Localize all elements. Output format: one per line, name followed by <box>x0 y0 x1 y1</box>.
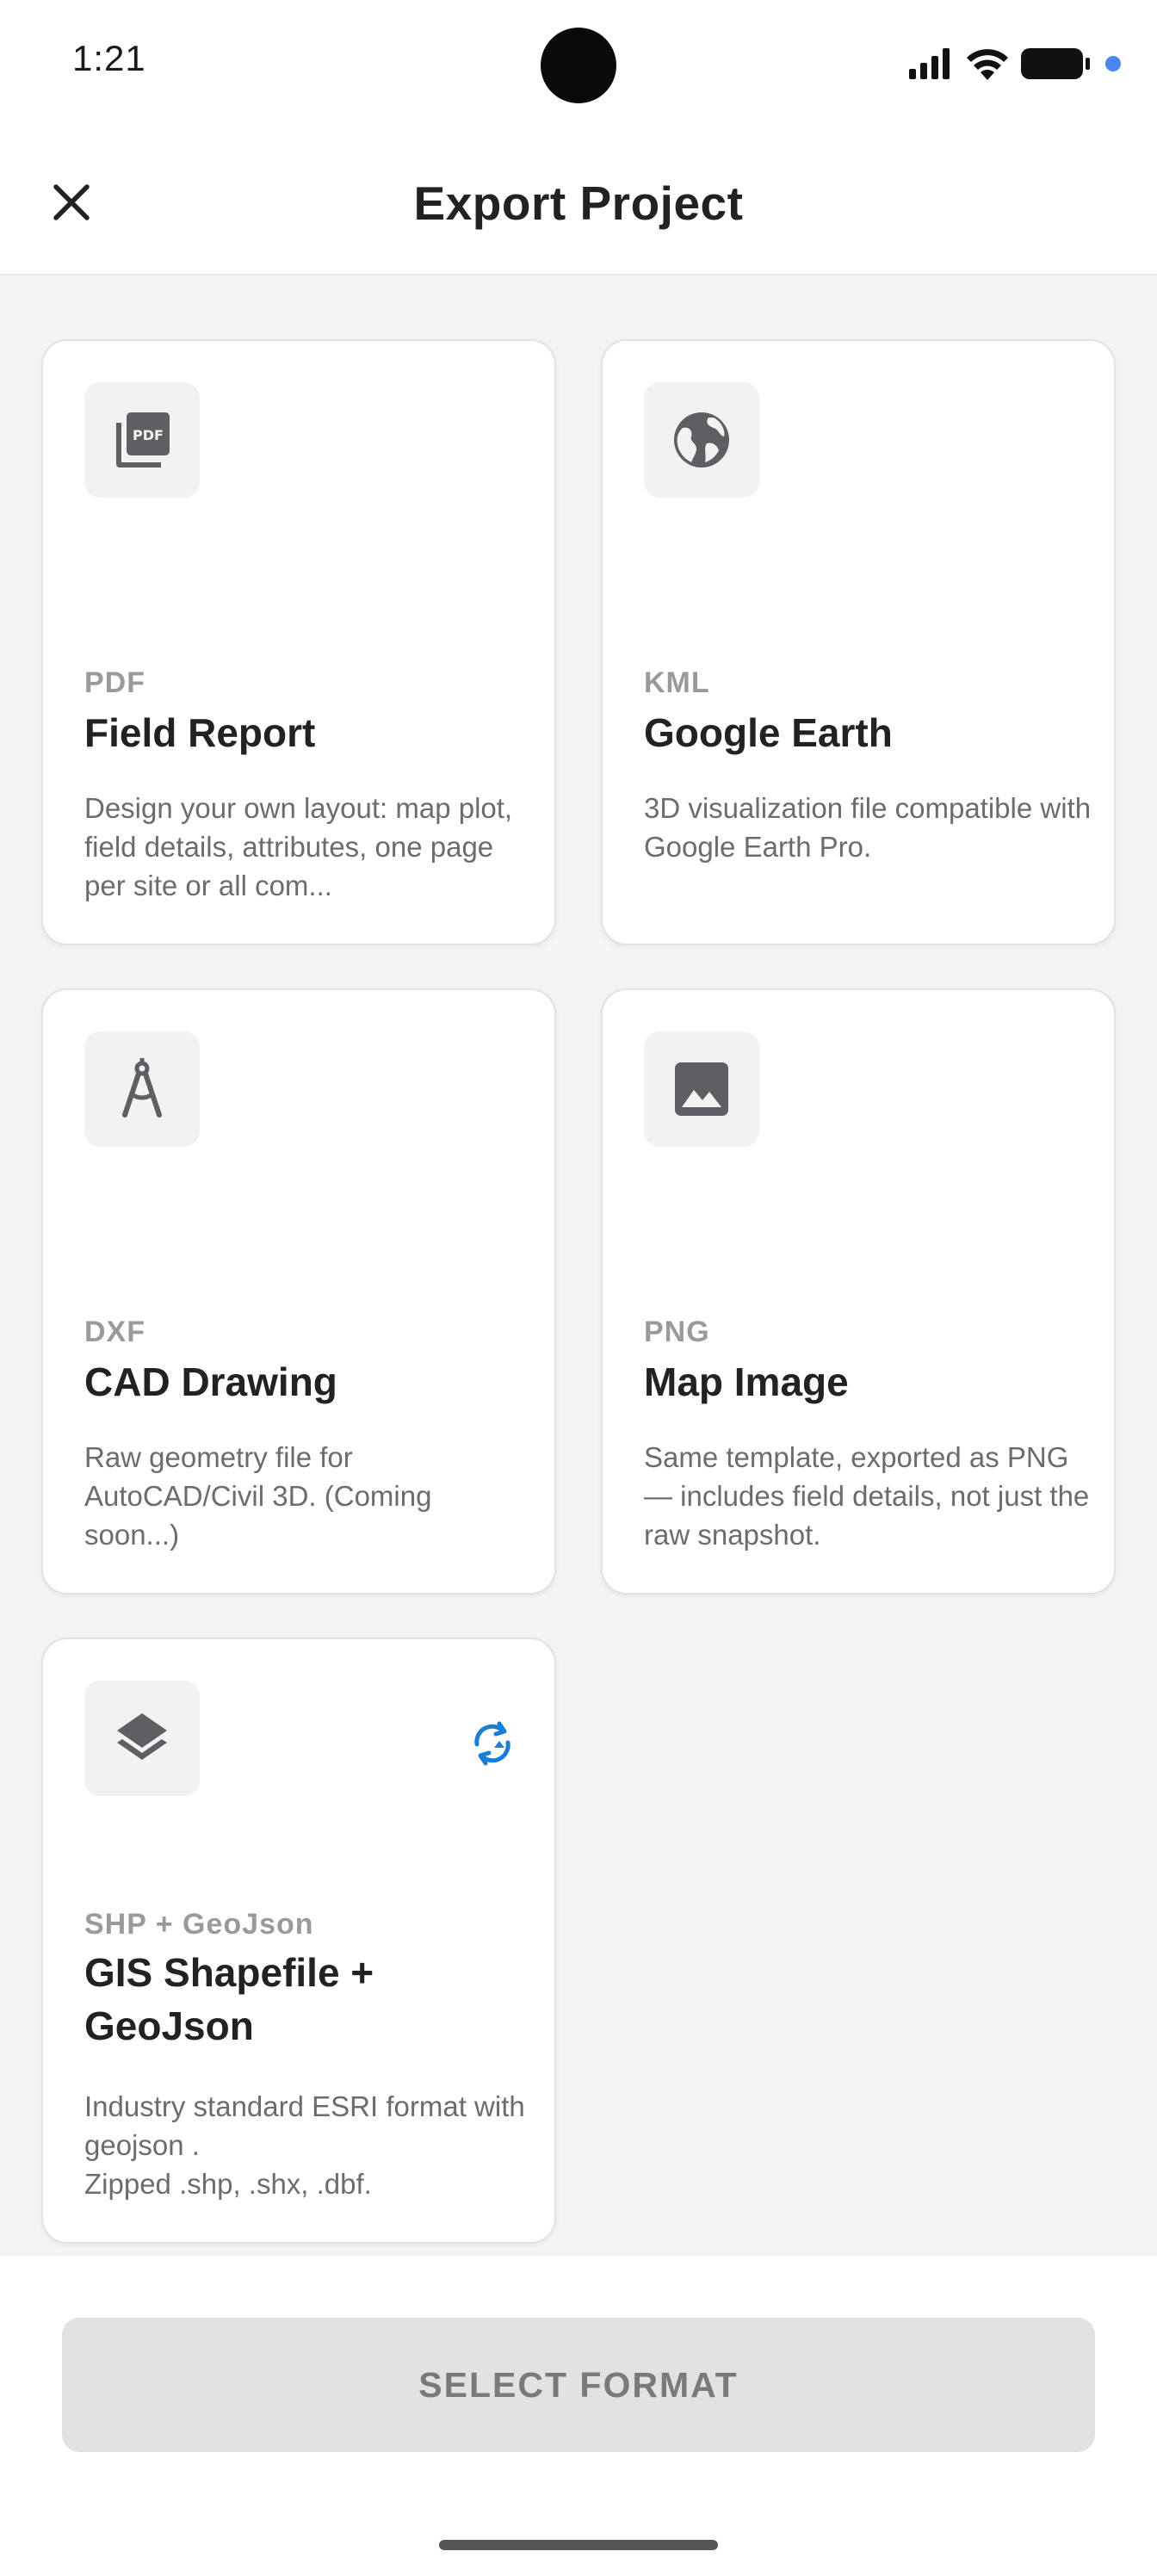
globe-icon <box>644 382 759 498</box>
status-time: 1:21 <box>72 38 146 78</box>
format-card-pdf[interactable]: PDF PDF Field Report Design your own lay… <box>41 339 556 945</box>
camera-cutout <box>541 28 616 103</box>
select-format-button[interactable]: SELECT FORMAT <box>62 2318 1095 2452</box>
format-card-dxf[interactable]: DXF CAD Drawing Raw geometry file for Au… <box>41 988 556 1595</box>
format-description: Raw geometry file for AutoCAD/Civil 3D. … <box>84 1441 432 1551</box>
sync-icon <box>474 1721 510 1766</box>
format-code: DXF <box>84 1316 145 1348</box>
format-code: KML <box>644 666 710 699</box>
status-bar: 1:21 <box>0 0 1157 129</box>
wifi-icon <box>967 49 1008 80</box>
battery-icon <box>1021 48 1090 79</box>
layers-icon <box>84 1681 200 1796</box>
notification-dot-icon <box>1105 56 1121 71</box>
svg-text:PDF: PDF <box>133 427 164 443</box>
format-description: Industry standard ESRI format with geojs… <box>84 2090 525 2200</box>
format-title: CAD Drawing <box>84 1359 337 1404</box>
format-title: GIS Shapefile + GeoJson <box>84 1950 374 2048</box>
format-code: PNG <box>644 1316 710 1348</box>
pdf-icon: PDF <box>84 382 200 498</box>
page-title: Export Project <box>413 176 744 230</box>
format-grid: PDF PDF Field Report Design your own lay… <box>0 276 1157 2256</box>
image-icon <box>644 1031 759 1147</box>
format-description: Same template, exported as PNG — include… <box>644 1441 1090 1551</box>
format-description: Design your own layout: map plot, field … <box>84 792 513 901</box>
format-code: PDF <box>84 666 145 699</box>
format-card-shp-geojson[interactable]: SHP + GeoJson GIS Shapefile + GeoJson In… <box>41 1638 556 2244</box>
signal-icon <box>909 48 950 79</box>
app-bar: Export Project <box>0 129 1157 276</box>
format-code: SHP + GeoJson <box>84 1908 314 1941</box>
format-title: Google Earth <box>644 710 893 755</box>
format-card-png[interactable]: PNG Map Image Same template, exported as… <box>601 988 1116 1595</box>
format-title: Map Image <box>644 1359 849 1404</box>
format-title: Field Report <box>84 710 316 755</box>
home-indicator[interactable] <box>439 2540 718 2550</box>
bottom-action-bar: SELECT FORMAT <box>0 2256 1157 2576</box>
format-description: 3D visualization file compatible with Go… <box>644 792 1092 863</box>
status-icons <box>909 45 1123 83</box>
format-card-kml[interactable]: KML Google Earth 3D visualization file c… <box>601 339 1116 945</box>
drafting-compass-icon <box>84 1031 200 1147</box>
